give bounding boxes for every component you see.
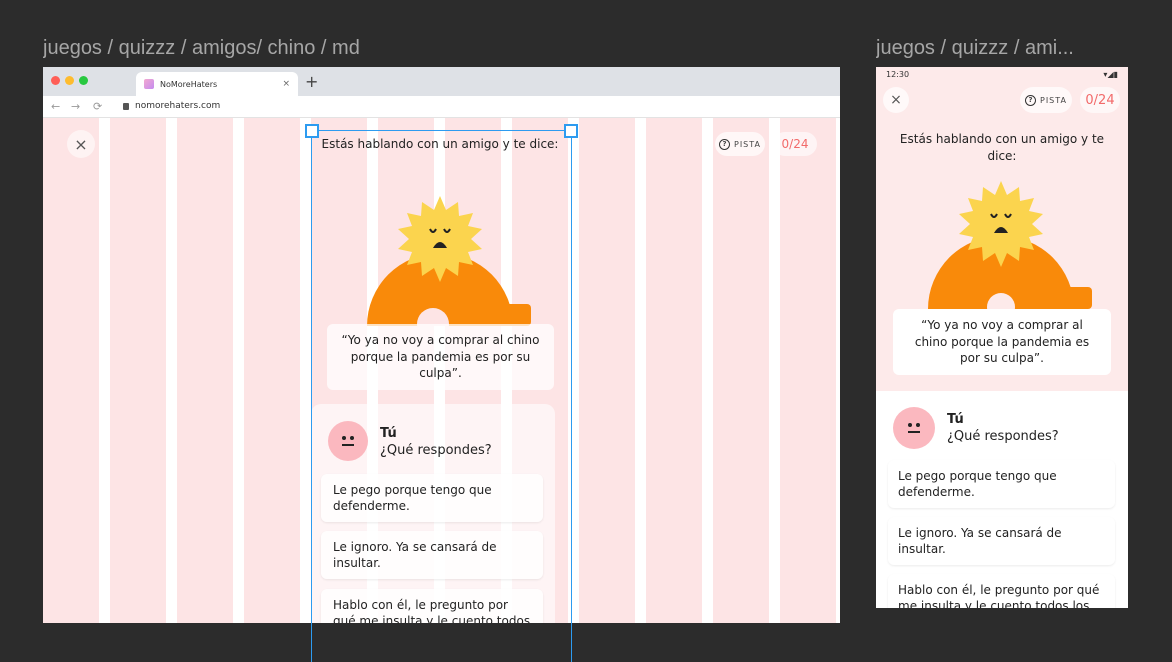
character-illustration — [928, 181, 1092, 309]
answer-option[interactable]: Le pego porque tengo que defenderme. — [321, 474, 543, 522]
mobile-frame: 12:30 ▾◢▮ × ? PISTA 0/24 Estás hablando … — [876, 67, 1128, 608]
prompt-text: ¿Qué respondes? — [380, 442, 492, 458]
answer-option[interactable]: Le ignoro. Ya se cansará de insultar. — [321, 531, 543, 579]
hint-button[interactable]: ? PISTA — [1020, 87, 1072, 113]
answer-option-text: Le pego porque tengo que defenderme. — [333, 483, 492, 514]
question-text: Estás hablando con un amigo y te dice: — [321, 137, 559, 151]
grid-column — [177, 118, 233, 623]
quote-bubble: “Yo ya no voy a comprar al chino porque … — [893, 309, 1111, 375]
grid-column — [579, 118, 635, 623]
hint-button[interactable]: ? PISTA — [715, 132, 765, 156]
grid-column — [780, 118, 836, 623]
user-block: Tú ¿Qué respondes? — [380, 426, 492, 460]
hint-label: PISTA — [734, 139, 761, 149]
character-illustration — [367, 196, 531, 326]
answer-option-text: Hablo con él, le pregunto por qué me ins… — [333, 598, 531, 623]
resize-handle-top-right[interactable] — [564, 124, 578, 138]
answer-option-text: Le pego porque tengo que defenderme. — [898, 469, 1057, 500]
question-text: Estás hablando con un amigo y te dice: — [899, 132, 1105, 163]
hint-label: PISTA — [1040, 95, 1067, 105]
browser-tab-bar: NoMoreHaters × + — [43, 67, 840, 96]
desktop-browser-frame: NoMoreHaters × + ← → ⟳ nomorehaters.com … — [43, 67, 840, 623]
answer-option[interactable]: Hablo con él, le pregunto por qué me ins… — [321, 589, 543, 623]
close-button[interactable]: × — [67, 130, 95, 158]
window-minimize-dot[interactable] — [65, 76, 74, 85]
answer-option-text: Le ignoro. Ya se cansará de insultar. — [333, 540, 497, 571]
back-arrow-icon[interactable]: ← — [51, 100, 60, 113]
avatar — [893, 407, 935, 449]
url-field[interactable]: nomorehaters.com — [123, 101, 220, 111]
window-close-dot[interactable] — [51, 76, 60, 85]
page-viewport: × ? PISTA 0/24 Estás hablando con un ami… — [43, 118, 840, 623]
browser-tab[interactable]: NoMoreHaters × — [136, 72, 298, 96]
question-icon: ? — [1025, 94, 1036, 106]
user-block: Tú ¿Qué respondes? — [947, 412, 1059, 446]
prompt-text: ¿Qué respondes? — [947, 428, 1059, 444]
avatar — [328, 421, 368, 461]
grid-column — [43, 118, 99, 623]
window-maximize-dot[interactable] — [79, 76, 88, 85]
answer-option[interactable]: Le pego porque tengo que defenderme. — [888, 460, 1115, 508]
answer-option[interactable]: Hablo con él, le pregunto por qué me ins… — [888, 574, 1115, 608]
status-bar: 12:30 ▾◢▮ — [876, 67, 1128, 81]
frame-label-desktop: juegos / quizzz / amigos/ chino / md — [43, 37, 360, 59]
forward-arrow-icon[interactable]: → — [71, 100, 80, 113]
close-button[interactable]: × — [883, 87, 909, 113]
quote-bubble: “Yo ya no voy a comprar al chino porque … — [327, 324, 554, 390]
neutral-face-icon — [908, 423, 920, 433]
question-icon: ? — [719, 138, 730, 150]
close-icon: × — [890, 92, 902, 108]
favicon-icon — [144, 79, 154, 89]
answer-option[interactable]: Le ignoro. Ya se cansará de insultar. — [888, 517, 1115, 565]
status-time: 12:30 — [886, 69, 910, 79]
user-name: Tú — [947, 412, 964, 427]
tab-close-icon[interactable]: × — [282, 79, 290, 89]
frame-label-mobile: juegos / quizzz / ami... — [876, 37, 1074, 59]
neutral-face-icon — [342, 436, 354, 446]
close-icon: × — [74, 134, 88, 154]
resize-handle-top-left[interactable] — [305, 124, 319, 138]
signal-battery-icon: ▾◢▮ — [1103, 69, 1118, 79]
lock-icon — [123, 102, 129, 110]
grid-column — [713, 118, 769, 623]
progress-counter: 0/24 — [1080, 87, 1120, 113]
new-tab-button[interactable]: + — [305, 72, 318, 91]
reload-icon[interactable]: ⟳ — [93, 100, 102, 113]
tab-title: NoMoreHaters — [160, 79, 218, 89]
grid-column — [244, 118, 300, 623]
url-text: nomorehaters.com — [135, 101, 221, 111]
answer-option-text: Le ignoro. Ya se cansará de insultar. — [898, 526, 1062, 557]
progress-counter: 0/24 — [773, 132, 817, 156]
answer-option-text: Hablo con él, le pregunto por qué me ins… — [898, 583, 1100, 608]
user-name: Tú — [380, 426, 397, 441]
address-bar: ← → ⟳ nomorehaters.com — [43, 96, 840, 118]
grid-column — [646, 118, 702, 623]
grid-column — [110, 118, 166, 623]
